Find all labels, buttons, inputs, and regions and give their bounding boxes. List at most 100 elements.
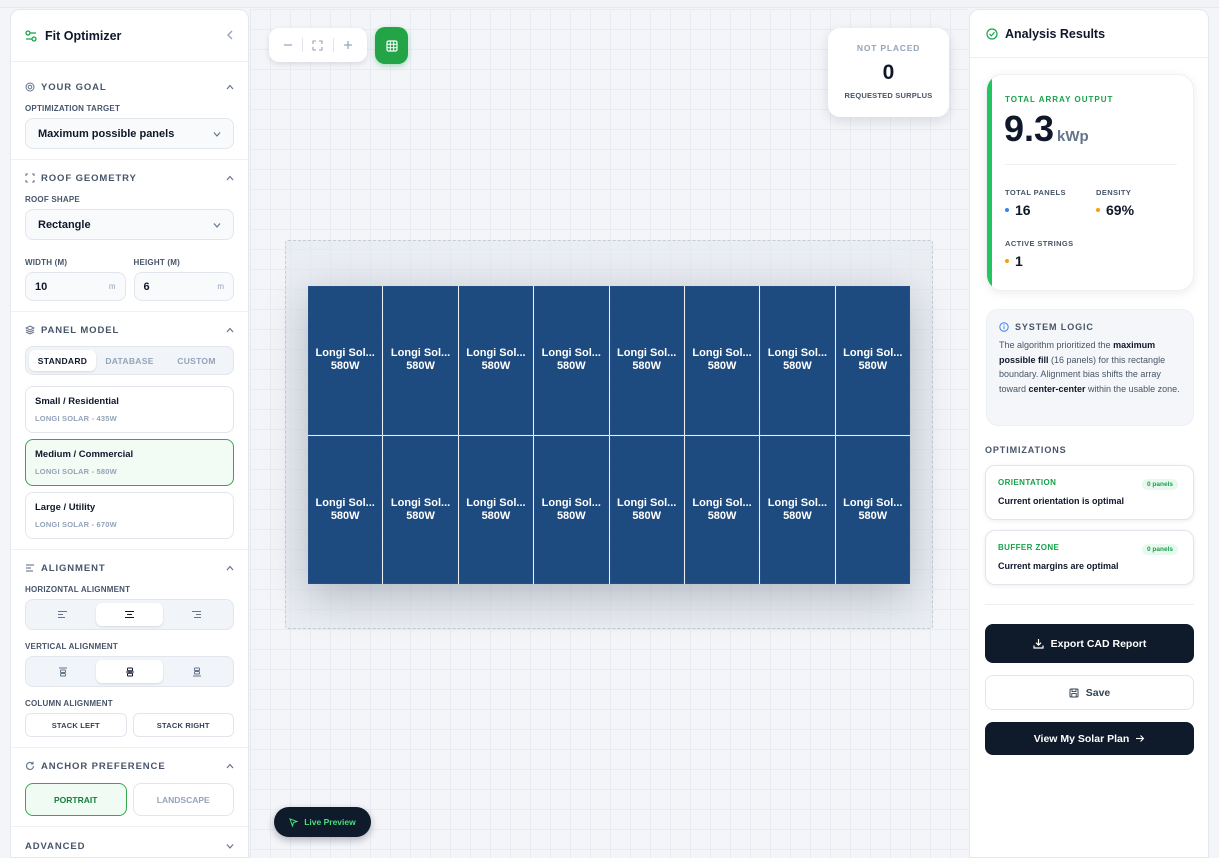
- panel-name: Longi Sol...: [692, 347, 752, 360]
- panel-name: Longi Sol...: [466, 347, 526, 360]
- stat-label: DENSITY: [1096, 188, 1132, 197]
- optimization-target-select[interactable]: Maximum possible panels: [25, 118, 234, 149]
- align-bottom-button[interactable]: [163, 660, 230, 683]
- section-anchor-preference[interactable]: ANCHOR PREFERENCE: [11, 757, 248, 775]
- solar-panel[interactable]: Longi Sol... 580W: [684, 435, 760, 584]
- chevron-down-icon: [213, 131, 221, 137]
- solar-panel[interactable]: Longi Sol... 580W: [383, 286, 458, 435]
- align-right-button[interactable]: [163, 603, 230, 626]
- solar-panel[interactable]: Longi Sol... 580W: [458, 286, 534, 435]
- divider: [11, 747, 248, 748]
- panel-option-medium[interactable]: Medium / Commercial LONGI SOLAR - 580W: [25, 439, 234, 486]
- panel-wattage: 580W: [406, 360, 435, 373]
- solar-panel[interactable]: Longi Sol... 580W: [458, 435, 534, 584]
- height-input[interactable]: 6 m: [133, 272, 234, 301]
- align-center-button[interactable]: [96, 603, 163, 626]
- align-middle-icon: [125, 667, 134, 676]
- solar-panel[interactable]: Longi Sol... 580W: [534, 286, 609, 435]
- section-roof-geometry[interactable]: ROOF GEOMETRY: [11, 169, 248, 187]
- total-panels-stat: TOTAL PANELS 16: [1005, 188, 1066, 218]
- accent-bar: [987, 75, 992, 290]
- fit-to-screen-button[interactable]: [307, 34, 329, 56]
- export-cad-report-button[interactable]: Export CAD Report: [985, 624, 1194, 663]
- logic-text-part: The algorithm prioritized the: [999, 340, 1114, 350]
- toggle-grid-button[interactable]: [375, 27, 408, 64]
- solar-panel[interactable]: Longi Sol... 580W: [835, 435, 910, 584]
- panel-option-title: Medium / Commercial: [35, 449, 134, 460]
- solar-panel[interactable]: Longi Sol... 580W: [534, 435, 609, 584]
- panel-wattage: 580W: [707, 360, 737, 373]
- field-label: OPTIMIZATION TARGET: [25, 104, 121, 113]
- panel-option-small[interactable]: Small / Residential LONGI SOLAR - 435W: [25, 386, 234, 433]
- section-title: ANCHOR PREFERENCE: [41, 760, 166, 772]
- solar-panel[interactable]: Longi Sol... 580W: [684, 286, 760, 435]
- solar-panel[interactable]: Longi Sol... 580W: [308, 435, 383, 584]
- orientation-card[interactable]: ORIENTATION 0 panels Current orientation…: [985, 465, 1194, 520]
- stack-left-button[interactable]: STACK LEFT: [25, 713, 127, 737]
- roof-shape-select[interactable]: Rectangle: [25, 209, 234, 240]
- landscape-button[interactable]: LANDSCAPE: [132, 783, 234, 816]
- fit-optimizer-sidebar: Fit Optimizer YOUR GOAL OPTIMIZATION TAR…: [10, 9, 249, 858]
- panel-option-title: Large / Utility: [35, 502, 96, 513]
- export-label: Export CAD Report: [1050, 637, 1147, 650]
- panel-name: Longi Sol...: [843, 347, 903, 360]
- solar-panel[interactable]: Longi Sol... 580W: [760, 435, 835, 584]
- download-icon: [1033, 639, 1044, 649]
- solar-panel[interactable]: Longi Sol... 580W: [609, 435, 684, 584]
- arrow-right-icon: [1136, 735, 1145, 742]
- collapse-sidebar-button[interactable]: [226, 28, 234, 43]
- logic-title: SYSTEM LOGIC: [1015, 322, 1094, 332]
- view-label: View My Solar Plan: [1033, 732, 1130, 745]
- solar-panel[interactable]: Longi Sol... 580W: [760, 286, 835, 435]
- solar-panel[interactable]: Longi Sol... 580W: [383, 435, 458, 584]
- save-button[interactable]: Save: [985, 675, 1194, 710]
- section-advanced[interactable]: ADVANCED: [11, 837, 248, 855]
- logic-text: The algorithm prioritized the maximum po…: [999, 338, 1181, 396]
- frame-icon: [25, 173, 35, 183]
- buffer-zone-card[interactable]: BUFFER ZONE 0 panels Current margins are…: [985, 530, 1194, 585]
- zoom-in-button[interactable]: [337, 34, 359, 56]
- zoom-out-button[interactable]: [277, 34, 299, 56]
- live-preview-button[interactable]: Live Preview: [274, 807, 371, 837]
- tab-standard[interactable]: STANDARD: [29, 350, 96, 371]
- panel-name: Longi Sol...: [541, 347, 601, 360]
- field-label: VERTICAL ALIGNMENT: [25, 642, 118, 651]
- status-dot: [1005, 208, 1009, 212]
- section-alignment[interactable]: ALIGNMENT: [11, 559, 248, 577]
- view-solar-plan-button[interactable]: View My Solar Plan: [985, 722, 1194, 755]
- orientation-desc: Current orientation is optimal: [998, 496, 1125, 506]
- portrait-button[interactable]: PORTRAIT: [25, 783, 127, 816]
- panel-option-large[interactable]: Large / Utility LONGI SOLAR - 670W: [25, 492, 234, 539]
- not-placed-value: 0: [882, 61, 895, 84]
- solar-panel[interactable]: Longi Sol... 580W: [609, 286, 684, 435]
- divider: [1005, 164, 1177, 165]
- stack-right-button[interactable]: STACK RIGHT: [132, 713, 234, 737]
- field-label: COLUMN ALIGNMENT: [25, 699, 113, 708]
- panel-wattage: 580W: [707, 509, 737, 522]
- align-middle-button[interactable]: [96, 660, 163, 683]
- tab-database[interactable]: DATABASE: [96, 350, 163, 371]
- section-title: YOUR GOAL: [41, 81, 107, 93]
- design-canvas[interactable]: NOT PLACED 0 REQUESTED SURPLUS Longi Sol…: [250, 9, 968, 858]
- section-your-goal[interactable]: YOUR GOAL: [11, 78, 248, 96]
- tab-custom[interactable]: CUSTOM: [163, 350, 230, 371]
- field-label: HEIGHT (M): [133, 258, 180, 267]
- width-input[interactable]: 10 m: [25, 272, 126, 301]
- analysis-results-panel: Analysis Results TOTAL ARRAY OUTPUT 9.3 k…: [969, 9, 1209, 858]
- solar-panel[interactable]: Longi Sol... 580W: [835, 286, 910, 435]
- align-top-button[interactable]: [29, 660, 96, 683]
- chevron-up-icon: [226, 84, 234, 90]
- section-title: ROOF GEOMETRY: [41, 172, 137, 184]
- panel-name: Longi Sol...: [315, 496, 375, 509]
- field-label: WIDTH (M): [25, 258, 68, 267]
- panel-wattage: 580W: [858, 360, 888, 373]
- chevron-left-icon: [227, 30, 233, 40]
- panel-wattage: 580W: [783, 509, 812, 522]
- height-value: 6: [143, 280, 150, 293]
- align-left-button[interactable]: [29, 603, 96, 626]
- solar-panel[interactable]: Longi Sol... 580W: [308, 286, 383, 435]
- section-panel-model[interactable]: PANEL MODEL: [11, 321, 248, 339]
- buffer-desc: Current margins are optimal: [998, 561, 1119, 571]
- divider: [11, 311, 248, 312]
- density-stat: DENSITY 69%: [1096, 188, 1134, 218]
